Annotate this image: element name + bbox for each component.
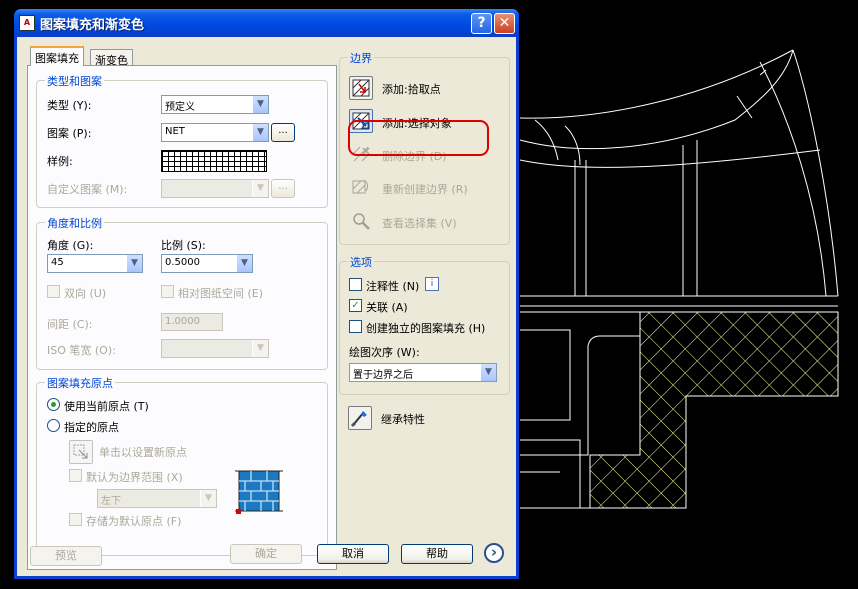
type-pattern-group: 类型和图案 类型 (Y): 预定义 ▼ 图案 (P): NET ▼ ... 样例… [36, 73, 328, 208]
group-title: 边界 [348, 50, 374, 66]
custom-pattern-select[interactable]: ▼ [161, 179, 269, 198]
pattern-select[interactable]: NET ▼ [161, 123, 269, 142]
angle-scale-group: 角度和比例 角度 (G): 45 ▼ 比例 (S): 0.5000 ▼ 双向 (… [36, 215, 328, 370]
angle-select[interactable]: 45 ▼ [47, 254, 143, 273]
annotative-checkbox[interactable] [349, 278, 362, 291]
dialog-body: 图案填充 渐变色 类型和图案 类型 (Y): 预定义 ▼ 图案 (P): NET… [17, 37, 516, 576]
annotative-label: 注释性 (N) [366, 280, 420, 293]
use-current-origin-label: 使用当前原点 (T) [64, 400, 149, 413]
angle-label: 角度 (G): [47, 239, 94, 252]
hatch-origin-group: 图案填充原点 使用当前原点 (T) 指定的原点 单击以设置新原点 默认为边界范围… [36, 375, 328, 556]
origin-preview-image [235, 470, 283, 514]
spacing-input[interactable]: 1.0000 [161, 313, 223, 331]
scale-label: 比例 (S): [161, 239, 206, 252]
custom-pattern-label: 自定义图案 (M): [47, 183, 128, 196]
magnifier-icon [353, 213, 370, 230]
associative-checkbox[interactable]: ✓ [349, 299, 362, 312]
close-button[interactable]: ✕ [494, 13, 515, 34]
title-bar[interactable]: A 图案填充和渐变色 ? ✕ [14, 9, 519, 37]
origin-position-value: 左下 [101, 496, 121, 507]
paintbrush-icon [350, 411, 367, 428]
use-current-origin-radio[interactable] [47, 398, 60, 411]
default-extents-label: 默认为边界范围 (X) [86, 471, 183, 484]
draw-order-select[interactable]: 置于边界之后 ▼ [349, 363, 497, 382]
spacing-label: 间距 (C): [47, 318, 93, 331]
chevron-down-icon: ▼ [252, 340, 268, 357]
store-default-origin-checkbox[interactable] [69, 513, 82, 526]
draw-order-value: 置于边界之后 [353, 370, 413, 381]
info-icon[interactable]: i [425, 277, 439, 291]
recreate-boundary-button[interactable] [349, 175, 373, 199]
draw-order-label: 绘图次序 (W): [349, 346, 420, 359]
chevron-down-icon: ▼ [200, 490, 216, 507]
hatch-tab-panel: 类型和图案 类型 (Y): 预定义 ▼ 图案 (P): NET ▼ ... 样例… [27, 65, 337, 570]
associative-label: 关联 (A) [366, 301, 408, 314]
help-button[interactable]: 帮助 [401, 544, 473, 564]
dialog-title: 图案填充和渐变色 [40, 18, 145, 33]
ok-button[interactable]: 确定 [230, 544, 302, 564]
chevron-down-icon: ▼ [252, 124, 268, 141]
specified-origin-radio[interactable] [47, 419, 60, 432]
tab-hatch[interactable]: 图案填充 [30, 46, 84, 66]
annotation-highlight [348, 120, 489, 156]
click-set-origin-label: 单击以设置新原点 [99, 446, 187, 459]
iso-pen-width-label: ISO 笔宽 (O): [47, 344, 116, 357]
app-icon: A [19, 15, 35, 31]
chevron-down-icon: ▼ [252, 96, 268, 113]
cancel-button[interactable]: 取消 [317, 544, 389, 564]
iso-pen-width-select[interactable]: ▼ [161, 339, 269, 358]
origin-position-select[interactable]: 左下 ▼ [97, 489, 217, 508]
relative-paper-checkbox[interactable] [161, 285, 174, 298]
inherit-properties-label[interactable]: 继承特性 [381, 411, 425, 427]
chevron-down-icon: ▼ [252, 180, 268, 197]
group-title: 类型和图案 [45, 73, 104, 89]
view-selections-button[interactable] [349, 209, 373, 233]
specified-origin-label: 指定的原点 [64, 421, 119, 434]
scale-value: 0.5000 [165, 257, 200, 268]
inherit-properties-button[interactable] [348, 406, 372, 430]
custom-browse-button[interactable]: ... [271, 179, 295, 198]
scale-select[interactable]: 0.5000 ▼ [161, 254, 253, 273]
set-origin-icon [73, 444, 88, 459]
group-title: 图案填充原点 [45, 375, 115, 391]
separate-hatches-checkbox[interactable] [349, 320, 362, 333]
recreate-boundary-label: 重新创建边界 (R) [382, 183, 468, 196]
group-title: 角度和比例 [45, 215, 104, 231]
add-pick-points-label[interactable]: 添加:拾取点 [382, 81, 441, 97]
options-group: 选项 注释性 (N) i ✓ 关联 (A) 创建独立的图案填充 (H) 绘图次序… [339, 254, 510, 395]
more-options-button[interactable]: › [484, 543, 504, 563]
hatch-gradient-dialog: A 图案填充和渐变色 ? ✕ 图案填充 渐变色 类型和图案 类型 (Y): 预定… [14, 9, 519, 579]
cad-hatch-region [589, 311, 839, 509]
pick-points-icon [352, 79, 370, 97]
recreate-boundary-icon [352, 179, 369, 194]
store-default-origin-label: 存储为默认原点 (F) [86, 515, 182, 528]
pattern-sample-swatch[interactable] [161, 150, 267, 172]
set-origin-button[interactable] [69, 440, 93, 464]
chevron-down-icon: ▼ [126, 255, 142, 272]
double-label: 双向 (U) [64, 287, 107, 300]
view-selections-label: 查看选择集 (V) [382, 217, 457, 230]
chevron-down-icon: ▼ [480, 364, 496, 381]
type-select[interactable]: 预定义 ▼ [161, 95, 269, 114]
pattern-label: 图案 (P): [47, 127, 92, 140]
type-label: 类型 (Y): [47, 99, 92, 112]
angle-value: 45 [51, 257, 64, 268]
double-checkbox[interactable] [47, 285, 60, 298]
sample-label: 样例: [47, 155, 73, 168]
pattern-browse-button[interactable]: ... [271, 123, 295, 142]
add-pick-points-button[interactable] [349, 76, 373, 100]
preview-button[interactable]: 预览 [30, 546, 102, 566]
relative-paper-label: 相对图纸空间 (E) [178, 287, 264, 300]
type-select-value: 预定义 [165, 102, 195, 113]
pattern-select-value: NET [165, 126, 185, 137]
default-extents-checkbox[interactable] [69, 469, 82, 482]
separate-hatches-label: 创建独立的图案填充 (H) [366, 322, 486, 335]
group-title: 选项 [348, 254, 374, 270]
chevron-down-icon: ▼ [236, 255, 252, 272]
help-title-button[interactable]: ? [471, 13, 492, 34]
